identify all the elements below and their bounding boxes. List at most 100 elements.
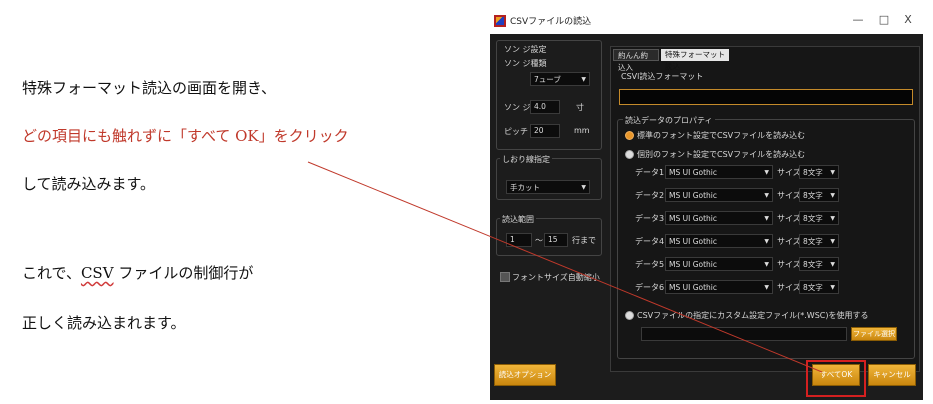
paper-settings-title: ソン ジ設定 xyxy=(504,45,547,54)
paper-type-label: ソン ジ種類 xyxy=(504,59,547,68)
instruction-line-3: して読み込みます。 xyxy=(22,175,156,193)
size-value: 8文字 xyxy=(803,283,823,292)
data-row-label: データ2 xyxy=(635,191,665,200)
chevron-down-icon: ▼ xyxy=(581,184,586,191)
font-select[interactable]: MS UI Gothic ▼ xyxy=(665,280,773,294)
chevron-down-icon: ▼ xyxy=(764,238,769,245)
font-select[interactable]: MS UI Gothic ▼ xyxy=(665,234,773,248)
tab-special-format[interactable]: 特殊フォーマット読込 xyxy=(661,49,729,71)
instruction-line-1: 特殊フォーマット読込の画面を開き、 xyxy=(22,79,276,97)
pitch-unit: mm xyxy=(574,126,590,135)
size-value: 8文字 xyxy=(803,168,823,177)
radio-individual-font-label: 個別のフォント設定でCSVファイルを読み込む xyxy=(637,150,806,159)
size-select[interactable]: 8文字 ▼ xyxy=(799,257,839,271)
title-bar: CSVファイルの読込 — □ X xyxy=(490,8,923,34)
instruction-line-2: どの項目にも触れずに「すべて OK」をクリック xyxy=(22,127,349,145)
app-icon xyxy=(494,15,506,27)
range-to-input[interactable]: 15 xyxy=(544,233,568,247)
instruction-line-4-pre: これで、 xyxy=(22,264,81,282)
chevron-down-icon: ▼ xyxy=(764,169,769,176)
size-select[interactable]: 8文字 ▼ xyxy=(799,211,839,225)
chevron-down-icon: ▼ xyxy=(764,261,769,268)
trim-select[interactable]: 手カット ▼ xyxy=(506,180,590,194)
chevron-down-icon: ▼ xyxy=(830,261,835,268)
size-label: サイズ xyxy=(777,168,801,177)
csv-format-field[interactable] xyxy=(619,89,913,105)
size-select[interactable]: 8文字 ▼ xyxy=(799,188,839,202)
font-value: MS UI Gothic xyxy=(669,283,718,292)
data-row-label: データ6 xyxy=(635,283,665,292)
range-unit: 行まで xyxy=(572,236,596,245)
font-value: MS UI Gothic xyxy=(669,191,718,200)
chevron-down-icon: ▼ xyxy=(830,238,835,245)
size-value: 8文字 xyxy=(803,237,823,246)
chevron-down-icon: ▼ xyxy=(764,284,769,291)
window-title: CSVファイルの読込 xyxy=(510,17,592,27)
radio-standard-font-label: 標準のフォント設定でCSVファイルを読み込む xyxy=(637,131,806,140)
range-from-input[interactable]: 1 xyxy=(506,233,532,247)
size-select[interactable]: 8文字 ▼ xyxy=(799,165,839,179)
font-value: MS UI Gothic xyxy=(669,214,718,223)
pitch-input[interactable]: 20 xyxy=(530,124,560,138)
custom-settings-path[interactable] xyxy=(641,327,847,341)
csv-word: CSV xyxy=(80,264,114,282)
font-value: MS UI Gothic xyxy=(669,260,718,269)
instruction-line-4: これで、CSV ファイルの制御行が xyxy=(22,262,253,283)
width-input[interactable]: 4.0 xyxy=(530,100,560,114)
close-button[interactable]: X xyxy=(896,11,920,29)
csv-import-dialog: CSVファイルの読込 — □ X ソン ジ設定 ソン ジ種類 7ューブ ▼ ソン … xyxy=(490,8,923,400)
size-label: サイズ xyxy=(777,191,801,200)
tab-basic[interactable]: 約んん約込入 xyxy=(613,49,659,72)
ok-button-highlight xyxy=(806,360,866,397)
chevron-down-icon: ▼ xyxy=(830,284,835,291)
size-select[interactable]: 8文字 ▼ xyxy=(799,234,839,248)
size-value: 8文字 xyxy=(803,214,823,223)
font-select[interactable]: MS UI Gothic ▼ xyxy=(665,188,773,202)
paper-type-select[interactable]: 7ューブ ▼ xyxy=(530,72,590,86)
size-value: 8文字 xyxy=(803,191,823,200)
data-row-label: データ4 xyxy=(635,237,665,246)
import-options-button[interactable]: 読込オプション xyxy=(494,364,556,386)
instruction-line-5: 正しく読み込まれます。 xyxy=(22,314,186,332)
instruction-line-4-post: ファイルの制御行が xyxy=(113,264,254,282)
font-value: MS UI Gothic xyxy=(669,237,718,246)
trim-group-title: しおり線指定 xyxy=(500,154,552,165)
font-select[interactable]: MS UI Gothic ▼ xyxy=(665,211,773,225)
font-select[interactable]: MS UI Gothic ▼ xyxy=(665,165,773,179)
chevron-down-icon: ▼ xyxy=(764,192,769,199)
radio-custom-settings[interactable] xyxy=(625,311,634,320)
data-row-label: データ5 xyxy=(635,260,665,269)
maximize-button[interactable]: □ xyxy=(872,11,896,29)
auto-font-label: フォントサイズ自動縮小 xyxy=(512,273,600,282)
cancel-button[interactable]: キャンセル xyxy=(868,364,916,386)
chevron-down-icon: ▼ xyxy=(581,76,586,83)
property-group-title: 読込データのプロパティ xyxy=(623,115,715,126)
font-select[interactable]: MS UI Gothic ▼ xyxy=(665,257,773,271)
minimize-button[interactable]: — xyxy=(846,11,870,29)
chevron-down-icon: ▼ xyxy=(764,215,769,222)
font-value: MS UI Gothic xyxy=(669,168,718,177)
trim-value: 手カット xyxy=(510,183,540,192)
width-unit: 寸 xyxy=(576,103,584,112)
range-separator: 〜 xyxy=(535,236,543,245)
radio-custom-settings-label: CSVファイルの指定にカスタム設定ファイル(*.WSC)を使用する xyxy=(637,311,869,320)
file-select-button[interactable]: ファイル選択 xyxy=(851,327,897,341)
chevron-down-icon: ▼ xyxy=(830,192,835,199)
auto-font-checkbox[interactable] xyxy=(500,272,510,282)
size-value: 8文字 xyxy=(803,260,823,269)
chevron-down-icon: ▼ xyxy=(830,215,835,222)
dialog-body: ソン ジ設定 ソン ジ種類 7ューブ ▼ ソン ジ幅 4.0 寸 ピッチ 20 m… xyxy=(490,34,923,400)
data-row-label: データ3 xyxy=(635,214,665,223)
size-label: サイズ xyxy=(777,283,801,292)
pitch-label: ピッチ xyxy=(504,127,528,136)
tab-panel: 約んん約込入 特殊フォーマット読込 CSVl読込フォーマット 読込データのプロパ… xyxy=(610,46,920,372)
radio-individual-font[interactable] xyxy=(625,150,634,159)
size-label: サイズ xyxy=(777,260,801,269)
size-label: サイズ xyxy=(777,214,801,223)
csv-format-label: CSVl読込フォーマット xyxy=(621,72,704,81)
size-select[interactable]: 8文字 ▼ xyxy=(799,280,839,294)
size-label: サイズ xyxy=(777,237,801,246)
radio-standard-font[interactable] xyxy=(625,131,634,140)
chevron-down-icon: ▼ xyxy=(830,169,835,176)
paper-type-value: 7ューブ xyxy=(534,75,561,84)
